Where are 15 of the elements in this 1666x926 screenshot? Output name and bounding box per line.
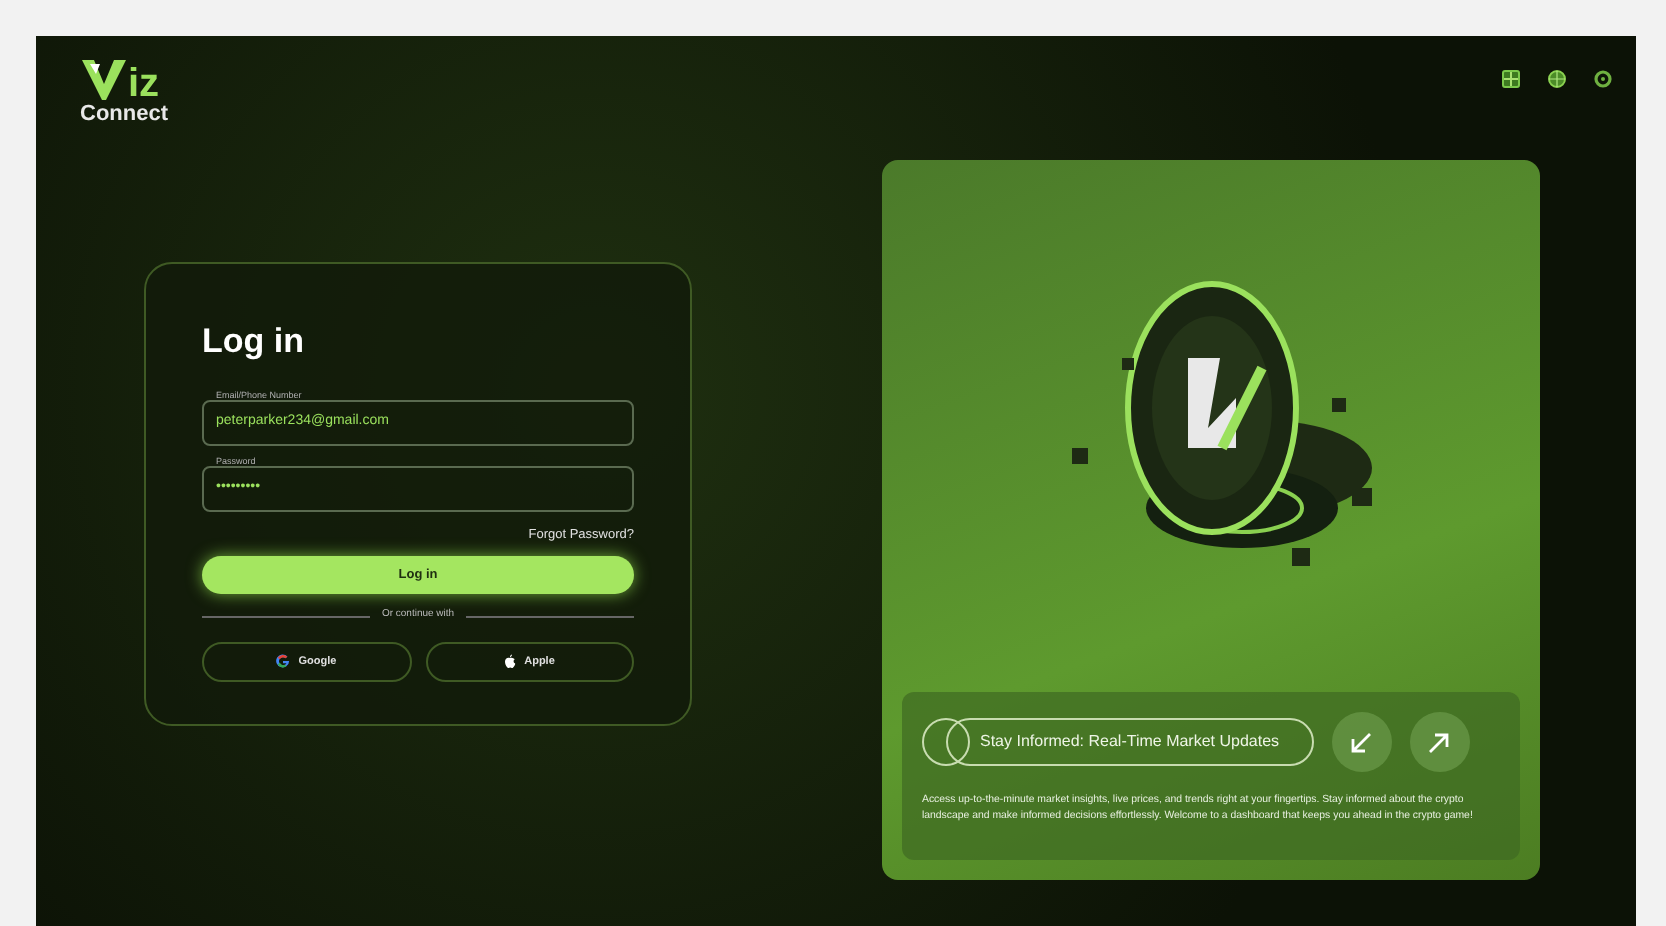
- circle-outline: [922, 718, 970, 766]
- arrow-down-left-button[interactable]: [1331, 712, 1392, 772]
- globe-icon[interactable]: [1548, 70, 1566, 88]
- logo-subtitle: Connect: [80, 104, 168, 126]
- logo-text: iz: [128, 64, 160, 104]
- grid-icon[interactable]: [1502, 70, 1520, 88]
- arrow-up-right-button[interactable]: [1409, 712, 1470, 772]
- arrow-up-right-icon: [1428, 731, 1451, 753]
- arrow-down-left-icon: [1350, 731, 1373, 753]
- apple-icon: [504, 654, 517, 669]
- headline-pill: Stay Informed: Real-Time Market Updates: [946, 718, 1314, 766]
- login-title: Log in: [202, 320, 306, 364]
- google-icon: [276, 654, 291, 669]
- logo-v-icon: [80, 56, 128, 104]
- settings-icon[interactable]: [1594, 70, 1612, 88]
